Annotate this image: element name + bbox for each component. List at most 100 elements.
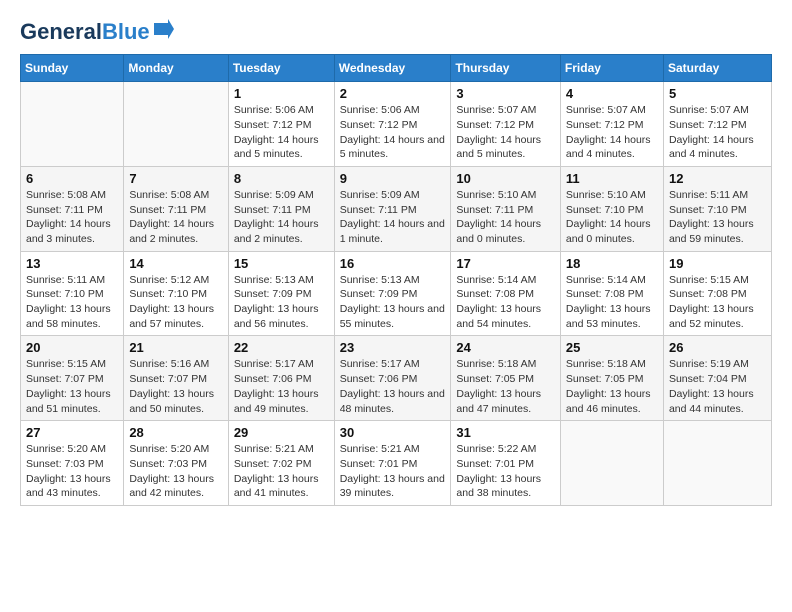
day-info: Sunrise: 5:20 AM Sunset: 7:03 PM Dayligh… xyxy=(26,442,118,501)
day-info: Sunrise: 5:14 AM Sunset: 7:08 PM Dayligh… xyxy=(456,273,555,332)
day-info: Sunrise: 5:07 AM Sunset: 7:12 PM Dayligh… xyxy=(669,103,766,162)
day-number: 14 xyxy=(129,256,222,271)
week-row-3: 13 Sunrise: 5:11 AM Sunset: 7:10 PM Dayli… xyxy=(21,251,772,336)
day-number: 5 xyxy=(669,86,766,101)
header-friday: Friday xyxy=(560,55,663,82)
logo-arrow-icon xyxy=(154,19,174,39)
day-number: 11 xyxy=(566,171,658,186)
day-cell: 3 Sunrise: 5:07 AM Sunset: 7:12 PM Daylig… xyxy=(451,82,561,167)
day-cell: 30 Sunrise: 5:21 AM Sunset: 7:01 PM Dayli… xyxy=(334,421,451,506)
header-wednesday: Wednesday xyxy=(334,55,451,82)
header-monday: Monday xyxy=(124,55,228,82)
day-number: 2 xyxy=(340,86,446,101)
day-cell: 10 Sunrise: 5:10 AM Sunset: 7:11 PM Dayli… xyxy=(451,166,561,251)
day-number: 15 xyxy=(234,256,329,271)
day-cell: 25Sunrise: 5:18 AM Sunset: 7:05 PM Dayli… xyxy=(560,336,663,421)
day-info: Sunrise: 5:15 AM Sunset: 7:08 PM Dayligh… xyxy=(669,273,766,332)
calendar-table: SundayMondayTuesdayWednesdayThursdayFrid… xyxy=(20,54,772,506)
day-cell: 11 Sunrise: 5:10 AM Sunset: 7:10 PM Dayli… xyxy=(560,166,663,251)
day-info: Sunrise: 5:09 AM Sunset: 7:11 PM Dayligh… xyxy=(340,188,446,247)
day-info: Sunrise: 5:08 AM Sunset: 7:11 PM Dayligh… xyxy=(129,188,222,247)
day-cell xyxy=(124,82,228,167)
logo-text: GeneralBlue xyxy=(20,20,150,44)
day-cell: 5 Sunrise: 5:07 AM Sunset: 7:12 PM Daylig… xyxy=(663,82,771,167)
week-row-4: 20 Sunrise: 5:15 AM Sunset: 7:07 PM Dayli… xyxy=(21,336,772,421)
day-info: Sunrise: 5:17 AM Sunset: 7:06 PM Dayligh… xyxy=(234,357,329,416)
logo: GeneralBlue xyxy=(20,20,174,44)
day-cell: 24 Sunrise: 5:18 AM Sunset: 7:05 PM Dayli… xyxy=(451,336,561,421)
day-number: 17 xyxy=(456,256,555,271)
day-cell: 4 Sunrise: 5:07 AM Sunset: 7:12 PM Daylig… xyxy=(560,82,663,167)
day-number: 26 xyxy=(669,340,766,355)
day-info: Sunrise: 5:18 AM Sunset: 7:05 PM Dayligh… xyxy=(456,357,555,416)
day-cell: 19 Sunrise: 5:15 AM Sunset: 7:08 PM Dayli… xyxy=(663,251,771,336)
day-cell: 14 Sunrise: 5:12 AM Sunset: 7:10 PM Dayli… xyxy=(124,251,228,336)
day-cell: 26 Sunrise: 5:19 AM Sunset: 7:04 PM Dayli… xyxy=(663,336,771,421)
day-info: Sunrise: 5:12 AM Sunset: 7:10 PM Dayligh… xyxy=(129,273,222,332)
day-info: Sunrise: 5:15 AM Sunset: 7:07 PM Dayligh… xyxy=(26,357,118,416)
header-sunday: Sunday xyxy=(21,55,124,82)
day-cell xyxy=(560,421,663,506)
day-info: Sunrise: 5:06 AM Sunset: 7:12 PM Dayligh… xyxy=(234,103,329,162)
day-info: Sunrise: 5:07 AM Sunset: 7:12 PM Dayligh… xyxy=(566,103,658,162)
day-cell: 22 Sunrise: 5:17 AM Sunset: 7:06 PM Dayli… xyxy=(228,336,334,421)
day-cell: 13 Sunrise: 5:11 AM Sunset: 7:10 PM Dayli… xyxy=(21,251,124,336)
day-cell: 2Sunrise: 5:06 AM Sunset: 7:12 PM Daylig… xyxy=(334,82,451,167)
day-info: Sunrise: 5:13 AM Sunset: 7:09 PM Dayligh… xyxy=(340,273,446,332)
day-cell: 12Sunrise: 5:11 AM Sunset: 7:10 PM Dayli… xyxy=(663,166,771,251)
day-number: 22 xyxy=(234,340,329,355)
day-cell: 28 Sunrise: 5:20 AM Sunset: 7:03 PM Dayli… xyxy=(124,421,228,506)
day-info: Sunrise: 5:21 AM Sunset: 7:02 PM Dayligh… xyxy=(234,442,329,501)
header-thursday: Thursday xyxy=(451,55,561,82)
day-cell: 9Sunrise: 5:09 AM Sunset: 7:11 PM Daylig… xyxy=(334,166,451,251)
day-info: Sunrise: 5:07 AM Sunset: 7:12 PM Dayligh… xyxy=(456,103,555,162)
day-info: Sunrise: 5:10 AM Sunset: 7:10 PM Dayligh… xyxy=(566,188,658,247)
day-number: 4 xyxy=(566,86,658,101)
day-cell xyxy=(663,421,771,506)
day-number: 23 xyxy=(340,340,446,355)
day-number: 24 xyxy=(456,340,555,355)
day-info: Sunrise: 5:09 AM Sunset: 7:11 PM Dayligh… xyxy=(234,188,329,247)
day-cell: 18 Sunrise: 5:14 AM Sunset: 7:08 PM Dayli… xyxy=(560,251,663,336)
day-info: Sunrise: 5:19 AM Sunset: 7:04 PM Dayligh… xyxy=(669,357,766,416)
day-cell: 21Sunrise: 5:16 AM Sunset: 7:07 PM Dayli… xyxy=(124,336,228,421)
week-row-5: 27 Sunrise: 5:20 AM Sunset: 7:03 PM Dayli… xyxy=(21,421,772,506)
day-number: 28 xyxy=(129,425,222,440)
day-cell: 1 Sunrise: 5:06 AM Sunset: 7:12 PM Daylig… xyxy=(228,82,334,167)
day-info: Sunrise: 5:10 AM Sunset: 7:11 PM Dayligh… xyxy=(456,188,555,247)
day-number: 25 xyxy=(566,340,658,355)
day-number: 3 xyxy=(456,86,555,101)
day-number: 1 xyxy=(234,86,329,101)
day-cell: 17 Sunrise: 5:14 AM Sunset: 7:08 PM Dayli… xyxy=(451,251,561,336)
day-info: Sunrise: 5:16 AM Sunset: 7:07 PM Dayligh… xyxy=(129,357,222,416)
week-row-1: 1 Sunrise: 5:06 AM Sunset: 7:12 PM Daylig… xyxy=(21,82,772,167)
day-info: Sunrise: 5:20 AM Sunset: 7:03 PM Dayligh… xyxy=(129,442,222,501)
day-info: Sunrise: 5:13 AM Sunset: 7:09 PM Dayligh… xyxy=(234,273,329,332)
day-number: 10 xyxy=(456,171,555,186)
day-number: 18 xyxy=(566,256,658,271)
day-info: Sunrise: 5:14 AM Sunset: 7:08 PM Dayligh… xyxy=(566,273,658,332)
day-number: 19 xyxy=(669,256,766,271)
day-number: 30 xyxy=(340,425,446,440)
day-cell: 7Sunrise: 5:08 AM Sunset: 7:11 PM Daylig… xyxy=(124,166,228,251)
day-cell: 16Sunrise: 5:13 AM Sunset: 7:09 PM Dayli… xyxy=(334,251,451,336)
page-header: GeneralBlue xyxy=(20,20,772,44)
day-number: 29 xyxy=(234,425,329,440)
day-info: Sunrise: 5:11 AM Sunset: 7:10 PM Dayligh… xyxy=(669,188,766,247)
day-number: 6 xyxy=(26,171,118,186)
day-cell: 27 Sunrise: 5:20 AM Sunset: 7:03 PM Dayli… xyxy=(21,421,124,506)
day-cell: 20 Sunrise: 5:15 AM Sunset: 7:07 PM Dayli… xyxy=(21,336,124,421)
day-cell: 31 Sunrise: 5:22 AM Sunset: 7:01 PM Dayli… xyxy=(451,421,561,506)
day-info: Sunrise: 5:21 AM Sunset: 7:01 PM Dayligh… xyxy=(340,442,446,501)
day-number: 31 xyxy=(456,425,555,440)
calendar-header-row: SundayMondayTuesdayWednesdayThursdayFrid… xyxy=(21,55,772,82)
day-cell xyxy=(21,82,124,167)
day-info: Sunrise: 5:22 AM Sunset: 7:01 PM Dayligh… xyxy=(456,442,555,501)
day-info: Sunrise: 5:17 AM Sunset: 7:06 PM Dayligh… xyxy=(340,357,446,416)
day-number: 27 xyxy=(26,425,118,440)
day-cell: 23 Sunrise: 5:17 AM Sunset: 7:06 PM Dayli… xyxy=(334,336,451,421)
day-number: 20 xyxy=(26,340,118,355)
day-info: Sunrise: 5:11 AM Sunset: 7:10 PM Dayligh… xyxy=(26,273,118,332)
day-cell: 15 Sunrise: 5:13 AM Sunset: 7:09 PM Dayli… xyxy=(228,251,334,336)
day-number: 13 xyxy=(26,256,118,271)
